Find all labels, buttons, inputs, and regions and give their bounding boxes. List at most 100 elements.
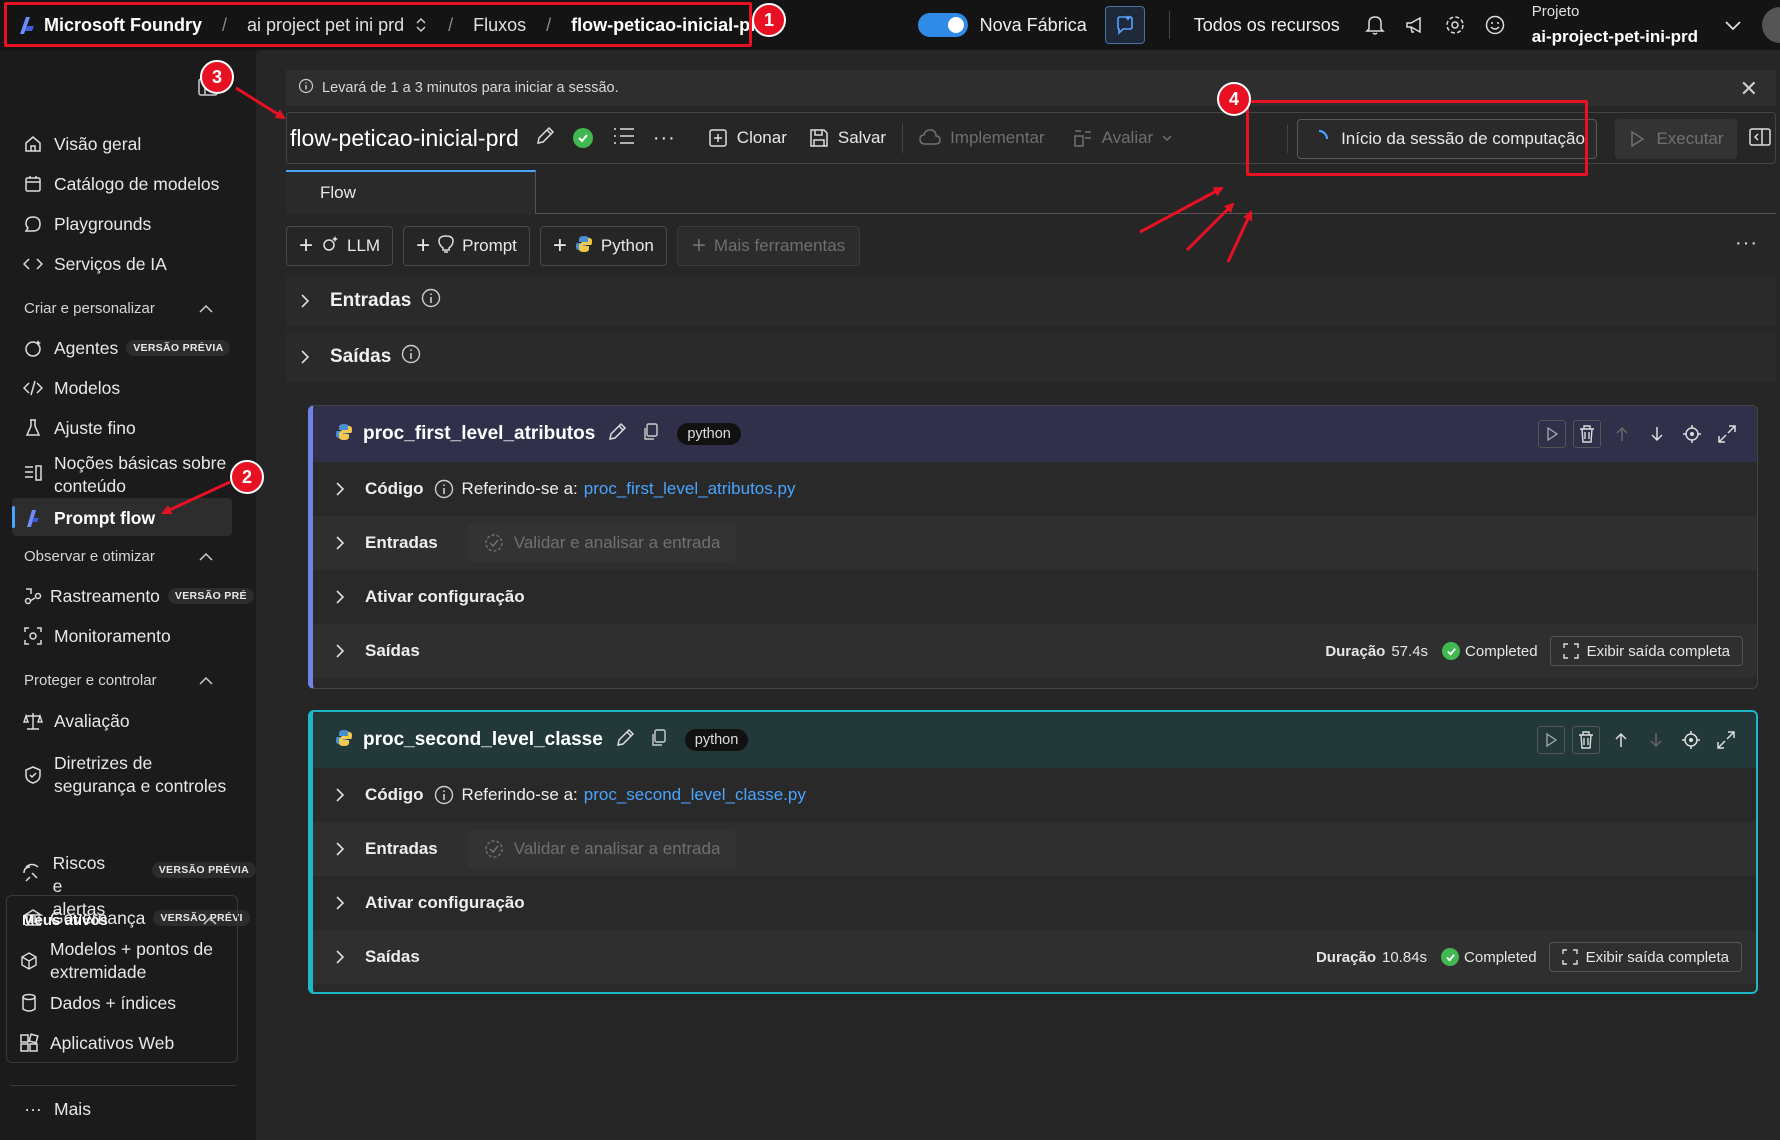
sidebar-item-label: Diretrizes de xyxy=(54,753,153,773)
node-code-row[interactable]: Código Referindo-se a: proc_first_level_… xyxy=(313,462,1757,516)
node-outputs-row[interactable]: Saídas Duração 10.84s Completed Exibir s… xyxy=(313,930,1756,984)
sidebar-item-more[interactable]: ··· Mais xyxy=(22,1098,91,1120)
chevron-up-icon xyxy=(199,552,213,561)
expand-icon[interactable] xyxy=(1713,420,1741,448)
preview-badge: VERSÃO PRÉ xyxy=(167,588,254,604)
copy-icon[interactable] xyxy=(651,728,667,752)
chat-icon xyxy=(22,213,44,235)
sidebar-section-assets[interactable]: Meus ativos xyxy=(22,912,218,929)
code-file-link[interactable]: proc_second_level_classe.py xyxy=(584,785,806,805)
view-full-output-button[interactable]: Exibir saída completa xyxy=(1549,636,1743,666)
sidebar-item-guardrails[interactable]: Diretrizes de segurança e controles xyxy=(22,752,226,798)
node-activate-config-row[interactable]: Ativar configuração xyxy=(313,570,1757,624)
node-inputs-row[interactable]: Entradas Validar e analisar a entrada xyxy=(313,516,1757,570)
node-status: Duração 57.4s Completed Exibir saída com… xyxy=(1325,636,1743,666)
info-icon[interactable] xyxy=(434,479,454,499)
sidebar-item-evaluation[interactable]: Avaliação xyxy=(22,710,130,732)
section-label: Criar e personalizar xyxy=(24,300,155,317)
play-icon[interactable] xyxy=(1537,726,1565,754)
new-foundry-label: Nova Fábrica xyxy=(979,14,1087,35)
activate-config-label: Ativar configuração xyxy=(365,893,525,912)
node-card[interactable]: proc_second_level_classe python Código R… xyxy=(308,710,1758,994)
sidebar-item-label: Catálogo de modelos xyxy=(54,173,220,194)
code-file-link[interactable]: proc_first_level_atributos.py xyxy=(584,479,796,499)
chevron-right-icon xyxy=(335,895,349,911)
arrow-down-icon[interactable] xyxy=(1643,420,1671,448)
copilot-button[interactable] xyxy=(1104,6,1145,44)
sidebar-item-label: segurança e controles xyxy=(54,775,227,796)
all-resources-link[interactable]: Todos os recursos xyxy=(1194,15,1340,36)
node-name: proc_second_level_classe xyxy=(363,729,603,750)
node-activate-config-row[interactable]: Ativar configuração xyxy=(313,876,1756,930)
pencil-icon[interactable] xyxy=(607,422,627,447)
trash-icon[interactable] xyxy=(1573,420,1601,448)
node-name: proc_first_level_atributos xyxy=(363,423,596,444)
arrow-up-icon[interactable] xyxy=(1607,726,1635,754)
arrow-up-icon[interactable] xyxy=(1608,420,1636,448)
chevron-right-icon xyxy=(335,949,349,965)
sidebar-item-playgrounds[interactable]: Playgrounds xyxy=(22,213,151,235)
sidebar-item-label: Dados + índices xyxy=(50,992,176,1013)
database-icon xyxy=(18,992,40,1014)
smiley-icon[interactable] xyxy=(1484,14,1506,36)
ref-label: Referindo-se a: xyxy=(461,479,578,498)
sidebar-section-protect[interactable]: Proteger e controlar xyxy=(24,672,214,689)
sidebar-item-label: Riscos e xyxy=(52,853,106,896)
validate-label: Validar e analisar a entrada xyxy=(513,839,721,858)
sidebar-section-build[interactable]: Criar e personalizar xyxy=(24,300,214,317)
node-status: Duração 10.84s Completed Exibir saída co… xyxy=(1316,942,1742,972)
validate-inputs-button[interactable]: Validar e analisar a entrada xyxy=(467,524,737,562)
sidebar-item-overview[interactable]: Visão geral xyxy=(22,133,141,155)
sidebar-item-finetune[interactable]: Ajuste fino xyxy=(22,417,136,439)
preview-badge: VERSÃO PRÉVIA xyxy=(151,862,256,878)
node-actions xyxy=(1530,726,1740,754)
pencil-icon[interactable] xyxy=(615,728,635,753)
view-full-output-button[interactable]: Exibir saída completa xyxy=(1548,942,1742,972)
sidebar-item-monitoring[interactable]: Monitoramento xyxy=(22,625,171,647)
info-icon[interactable] xyxy=(434,785,454,805)
gear-icon[interactable] xyxy=(1444,14,1466,36)
sidebar-item-label: Modelos + pontos de xyxy=(50,939,213,959)
node-card[interactable]: proc_first_level_atributos python Código… xyxy=(308,405,1758,689)
chevron-right-icon xyxy=(335,481,349,497)
sidebar-item-prompt-flow[interactable]: Prompt flow xyxy=(22,507,155,529)
node-code-row[interactable]: Código Referindo-se a: proc_second_level… xyxy=(313,768,1756,822)
new-foundry-toggle[interactable] xyxy=(917,13,968,37)
node-inputs-row[interactable]: Entradas Validar e analisar a entrada xyxy=(313,822,1756,876)
sidebar-item-grounding[interactable]: Noções básicas sobre conteúdo xyxy=(22,452,226,498)
chevron-down-icon[interactable] xyxy=(1724,19,1742,31)
top-right-controls: Nova Fábrica Todos os recursos Projeto a… xyxy=(917,0,1780,50)
locate-icon[interactable] xyxy=(1677,726,1705,754)
sidebar-item-label: Playgrounds xyxy=(54,213,152,234)
sidebar-item-web-apps[interactable]: Aplicativos Web xyxy=(18,1032,174,1054)
activate-config-label: Ativar configuração xyxy=(365,587,525,606)
sidebar-item-ai-services[interactable]: Serviços de IA xyxy=(22,253,167,275)
sidebar-item-models[interactable]: Modelos xyxy=(22,377,120,399)
validate-inputs-button[interactable]: Validar e analisar a entrada xyxy=(467,830,737,868)
copy-icon[interactable] xyxy=(643,422,659,446)
avatar[interactable] xyxy=(1762,7,1780,43)
project-selector[interactable]: Projeto ai-project-pet-ini-prd xyxy=(1532,3,1698,47)
sidebar-section-observe[interactable]: Observar e otimizar xyxy=(24,548,214,565)
locate-icon[interactable] xyxy=(1678,420,1706,448)
chevron-right-icon xyxy=(335,841,349,857)
project-label: Projeto xyxy=(1531,2,1580,20)
sidebar-item-data-indexes[interactable]: Dados + índices xyxy=(18,992,176,1014)
shield-icon xyxy=(22,764,44,786)
sidebar-item-tracing[interactable]: Rastreamento VERSÃO PRÉ xyxy=(22,585,254,607)
outputs-label: Saídas xyxy=(365,947,420,966)
node-actions xyxy=(1531,420,1741,448)
cube-icon xyxy=(18,950,40,972)
node-outputs-row[interactable]: Saídas Duração 57.4s Completed Exibir sa… xyxy=(313,624,1757,678)
megaphone-icon[interactable] xyxy=(1404,14,1426,36)
sidebar-item-models-endpoints[interactable]: Modelos + pontos de extremidade xyxy=(18,938,213,984)
trash-icon[interactable] xyxy=(1572,726,1600,754)
sidebar-item-label: Monitoramento xyxy=(54,625,171,646)
sidebar-item-agents[interactable]: Agentes VERSÃO PRÉVIA xyxy=(22,337,231,359)
bell-icon[interactable] xyxy=(1364,14,1386,36)
play-icon[interactable] xyxy=(1538,420,1566,448)
sidebar-item-model-catalog[interactable]: Catálogo de modelos xyxy=(22,173,219,195)
arrow-down-icon[interactable] xyxy=(1642,726,1670,754)
fullscreen-icon xyxy=(1562,643,1579,659)
expand-icon[interactable] xyxy=(1712,726,1740,754)
